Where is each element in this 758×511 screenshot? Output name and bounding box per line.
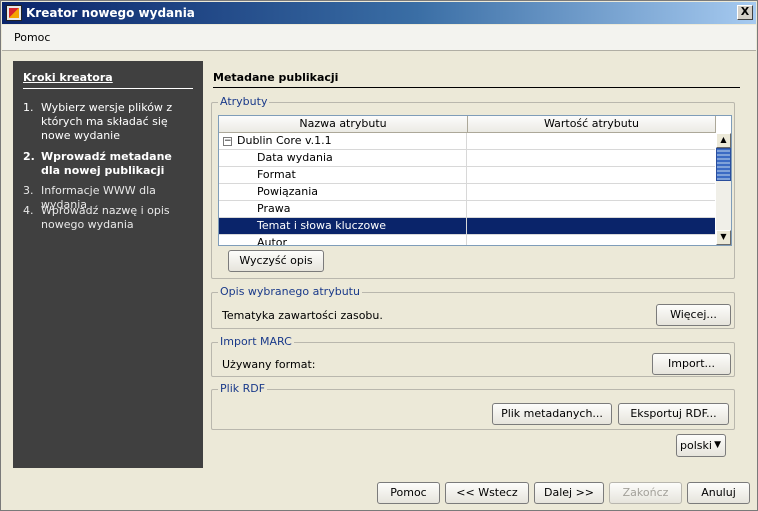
step-label: Wprowadź nazwę i opis nowego wydania xyxy=(41,204,170,231)
attribute-name-cell: Prawa xyxy=(219,201,467,218)
step-label: Wybierz wersje plików z których ma skład… xyxy=(41,101,173,142)
attribute-name: Prawa xyxy=(257,202,291,215)
scroll-thumb[interactable] xyxy=(716,148,731,181)
attribute-name-cell: Format xyxy=(219,167,467,184)
collapse-icon[interactable]: − xyxy=(223,137,232,146)
attributes-legend: Atrybuty xyxy=(218,95,270,108)
attribute-name: Autor xyxy=(257,236,288,246)
rdf-legend: Plik RDF xyxy=(218,382,268,395)
next-button[interactable]: Dalej >> xyxy=(534,482,604,504)
table-row[interactable]: Prawa xyxy=(219,201,715,218)
app-icon xyxy=(6,5,22,21)
attribute-name-cell: − Dublin Core v.1.1 xyxy=(219,133,467,150)
marc-legend: Import MARC xyxy=(218,335,294,348)
cancel-button[interactable]: Anuluj xyxy=(687,482,750,504)
attribute-name: Dublin Core v.1.1 xyxy=(237,134,332,147)
finish-button[interactable]: Zakończ xyxy=(609,482,682,504)
chevron-down-icon: ▼ xyxy=(714,440,721,450)
table-row-selected[interactable]: Temat i słowa kluczowe xyxy=(219,218,715,235)
wizard-window: Kreator nowego wydania X Pomoc Kroki kre… xyxy=(0,0,758,511)
table-row[interactable]: Format xyxy=(219,167,715,184)
scroll-down-icon[interactable]: ▼ xyxy=(716,230,731,245)
more-button[interactable]: Więcej... xyxy=(656,304,731,326)
back-button[interactable]: << Wstecz xyxy=(445,482,529,504)
attribute-name-cell: Temat i słowa kluczowe xyxy=(219,218,467,235)
title-bar: Kreator nowego wydania X xyxy=(2,2,756,24)
description-legend: Opis wybranego atrybutu xyxy=(218,285,362,298)
table-row[interactable]: − Dublin Core v.1.1 xyxy=(219,133,715,150)
attribute-name-cell: Data wydania xyxy=(219,150,467,167)
window-title: Kreator nowego wydania xyxy=(26,6,195,20)
description-text: Tematyka zawartości zasobu. xyxy=(222,309,383,322)
marc-format-label: Używany format: xyxy=(222,358,316,371)
attribute-name: Powiązania xyxy=(257,185,319,198)
menu-bar: Pomoc xyxy=(2,25,756,51)
close-button[interactable]: X xyxy=(737,5,753,20)
attribute-name: Temat i słowa kluczowe xyxy=(257,219,386,232)
attribute-name-cell: Autor xyxy=(219,235,467,246)
table-row[interactable]: Autor xyxy=(219,235,715,246)
page-title: Metadane publikacji xyxy=(213,71,740,88)
step-number: 2. xyxy=(23,150,35,163)
table-scrollbar[interactable]: ▲ ▼ xyxy=(716,133,731,245)
column-header-name[interactable]: Nazwa atrybutu xyxy=(219,116,468,133)
step-1: 1. Wybierz wersje plików z których ma sk… xyxy=(23,101,193,143)
export-rdf-button[interactable]: Eksportuj RDF... xyxy=(618,403,729,425)
attribute-name: Data wydania xyxy=(257,151,333,164)
import-button[interactable]: Import... xyxy=(652,353,731,375)
step-number: 1. xyxy=(23,101,34,114)
clear-description-button[interactable]: Wyczyść opis xyxy=(228,250,324,272)
scroll-up-icon[interactable]: ▲ xyxy=(716,133,731,148)
attribute-name: Format xyxy=(257,168,296,181)
help-button[interactable]: Pomoc xyxy=(377,482,440,504)
attributes-table[interactable]: Nazwa atrybutu Wartość atrybutu − Dublin… xyxy=(218,115,732,246)
metadata-file-button[interactable]: Plik metadanych... xyxy=(492,403,612,425)
attribute-name-cell: Powiązania xyxy=(219,184,467,201)
steps-panel: Kroki kreatora 1. Wybierz wersje plików … xyxy=(13,61,203,468)
language-select[interactable]: polski ▼ xyxy=(676,434,726,457)
step-4: 4. Wprowadź nazwę i opis nowego wydania xyxy=(23,204,193,232)
table-row[interactable]: Powiązania xyxy=(219,184,715,201)
menu-help[interactable]: Pomoc xyxy=(14,31,50,44)
step-label: Wprowadź metadane dla nowej publikacji xyxy=(41,150,172,177)
step-2: 2. Wprowadź metadane dla nowej publikacj… xyxy=(23,150,193,178)
step-number: 4. xyxy=(23,204,34,217)
column-header-value[interactable]: Wartość atrybutu xyxy=(468,116,716,133)
table-row[interactable]: Data wydania xyxy=(219,150,715,167)
language-selected: polski xyxy=(680,439,712,452)
step-number: 3. xyxy=(23,184,34,197)
steps-title: Kroki kreatora xyxy=(23,71,193,89)
